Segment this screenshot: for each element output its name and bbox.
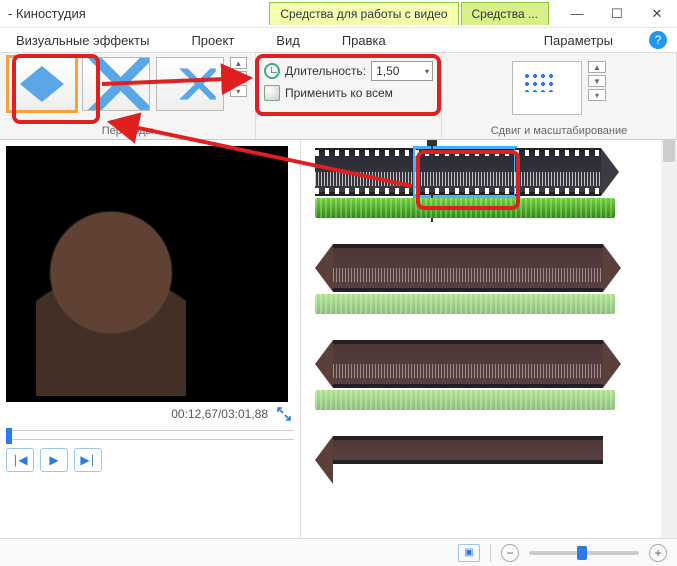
tab-view[interactable]: Вид xyxy=(270,31,306,50)
context-tab-tools[interactable]: Средства ... xyxy=(461,2,550,25)
panzoom-gallery-next[interactable]: ▼ xyxy=(588,75,606,87)
duration-input[interactable]: 1,50 ▾ xyxy=(371,61,433,81)
duration-label: Длительность: xyxy=(285,64,366,78)
scrollbar-thumb[interactable] xyxy=(663,140,675,162)
timeline-vertical-scrollbar[interactable] xyxy=(661,140,677,538)
help-icon[interactable]: ? xyxy=(649,31,667,49)
panzoom-gallery-more[interactable]: ▾ xyxy=(588,89,606,101)
timeline-clip-selected[interactable] xyxy=(415,148,515,196)
window-close-button[interactable]: ✕ xyxy=(637,0,677,28)
timeline-clip[interactable] xyxy=(333,340,603,388)
ribbon-group-transitions: ▲ ▼ ▾ Переходы xyxy=(0,53,256,139)
zoom-out-button[interactable]: − xyxy=(501,544,519,562)
duration-icon xyxy=(264,63,280,79)
scrub-bar[interactable] xyxy=(6,430,294,440)
timeline-clip[interactable] xyxy=(333,244,603,292)
window-minimize-button[interactable]: — xyxy=(557,0,597,28)
view-mode-button[interactable]: ▣ xyxy=(458,544,480,562)
duration-value: 1,50 xyxy=(376,64,399,78)
transitions-group-label: Переходы xyxy=(8,123,247,137)
transition-gallery-next[interactable]: ▼ xyxy=(230,71,247,83)
video-preview[interactable] xyxy=(6,146,288,402)
tab-project[interactable]: Проект xyxy=(185,31,240,50)
prev-frame-button[interactable]: ∣◀ xyxy=(6,448,34,472)
timeline-panel[interactable] xyxy=(300,140,677,538)
transition-preset-3[interactable] xyxy=(156,57,224,111)
zoom-slider[interactable] xyxy=(529,551,639,555)
transition-preset-diamond[interactable] xyxy=(8,57,76,111)
tab-visual-effects[interactable]: Визуальные эффекты xyxy=(10,31,155,50)
timeline-clip[interactable] xyxy=(315,148,415,196)
clip-trail-arrow-icon xyxy=(603,340,621,388)
window-maximize-button[interactable]: ☐ xyxy=(597,0,637,28)
clip-lead-arrow-icon xyxy=(315,244,333,292)
window-title: - Киностудия xyxy=(0,6,94,21)
audio-waveform[interactable] xyxy=(315,390,615,410)
apply-all-icon xyxy=(264,85,280,101)
fullscreen-icon[interactable] xyxy=(276,406,292,422)
tab-parameters[interactable]: Параметры xyxy=(538,31,619,50)
scrub-position-marker[interactable] xyxy=(6,428,12,444)
zoom-in-button[interactable]: + xyxy=(649,544,667,562)
transition-gallery-prev[interactable]: ▲ xyxy=(230,57,247,69)
apply-all-button[interactable]: Применить ко всем xyxy=(285,86,393,100)
timeline-clip[interactable] xyxy=(333,436,603,464)
timeline-track-4[interactable] xyxy=(315,436,669,484)
transition-gallery-more[interactable]: ▾ xyxy=(230,85,247,97)
next-frame-button[interactable]: ▶∣ xyxy=(74,448,102,472)
audio-waveform[interactable] xyxy=(315,198,615,218)
timeline-track-1[interactable] xyxy=(315,148,669,218)
timeline-clip[interactable] xyxy=(515,148,601,196)
panzoom-preset-1[interactable] xyxy=(512,61,582,115)
context-tab-video-tools[interactable]: Средства для работы с видео xyxy=(269,2,458,25)
panzoom-gallery-prev[interactable]: ▲ xyxy=(588,61,606,73)
duration-dropdown-icon[interactable]: ▾ xyxy=(425,67,429,76)
transition-preset-cross[interactable] xyxy=(82,57,150,111)
play-button[interactable]: ▶ xyxy=(40,448,68,472)
ribbon-group-panzoom: ▲ ▼ ▾ Сдвиг и масштабирование xyxy=(442,53,677,139)
timeline-track-2[interactable] xyxy=(315,244,669,314)
panzoom-group-label: Сдвиг и масштабирование xyxy=(491,123,628,137)
timecode-display: 00:12,67/03:01,88 xyxy=(171,407,268,421)
clip-lead-arrow-icon xyxy=(315,340,333,388)
clip-trail-arrow-icon xyxy=(603,244,621,292)
timeline-track-3[interactable] xyxy=(315,340,669,410)
clip-lead-arrow-icon xyxy=(315,436,333,484)
ribbon-group-duration: Длительность: 1,50 ▾ Применить ко всем xyxy=(256,53,442,139)
preview-frame-content xyxy=(36,206,186,396)
tab-edit[interactable]: Правка xyxy=(336,31,392,50)
zoom-slider-knob[interactable] xyxy=(577,546,587,560)
clip-trail-arrow-icon xyxy=(601,148,619,196)
audio-waveform[interactable] xyxy=(315,294,615,314)
